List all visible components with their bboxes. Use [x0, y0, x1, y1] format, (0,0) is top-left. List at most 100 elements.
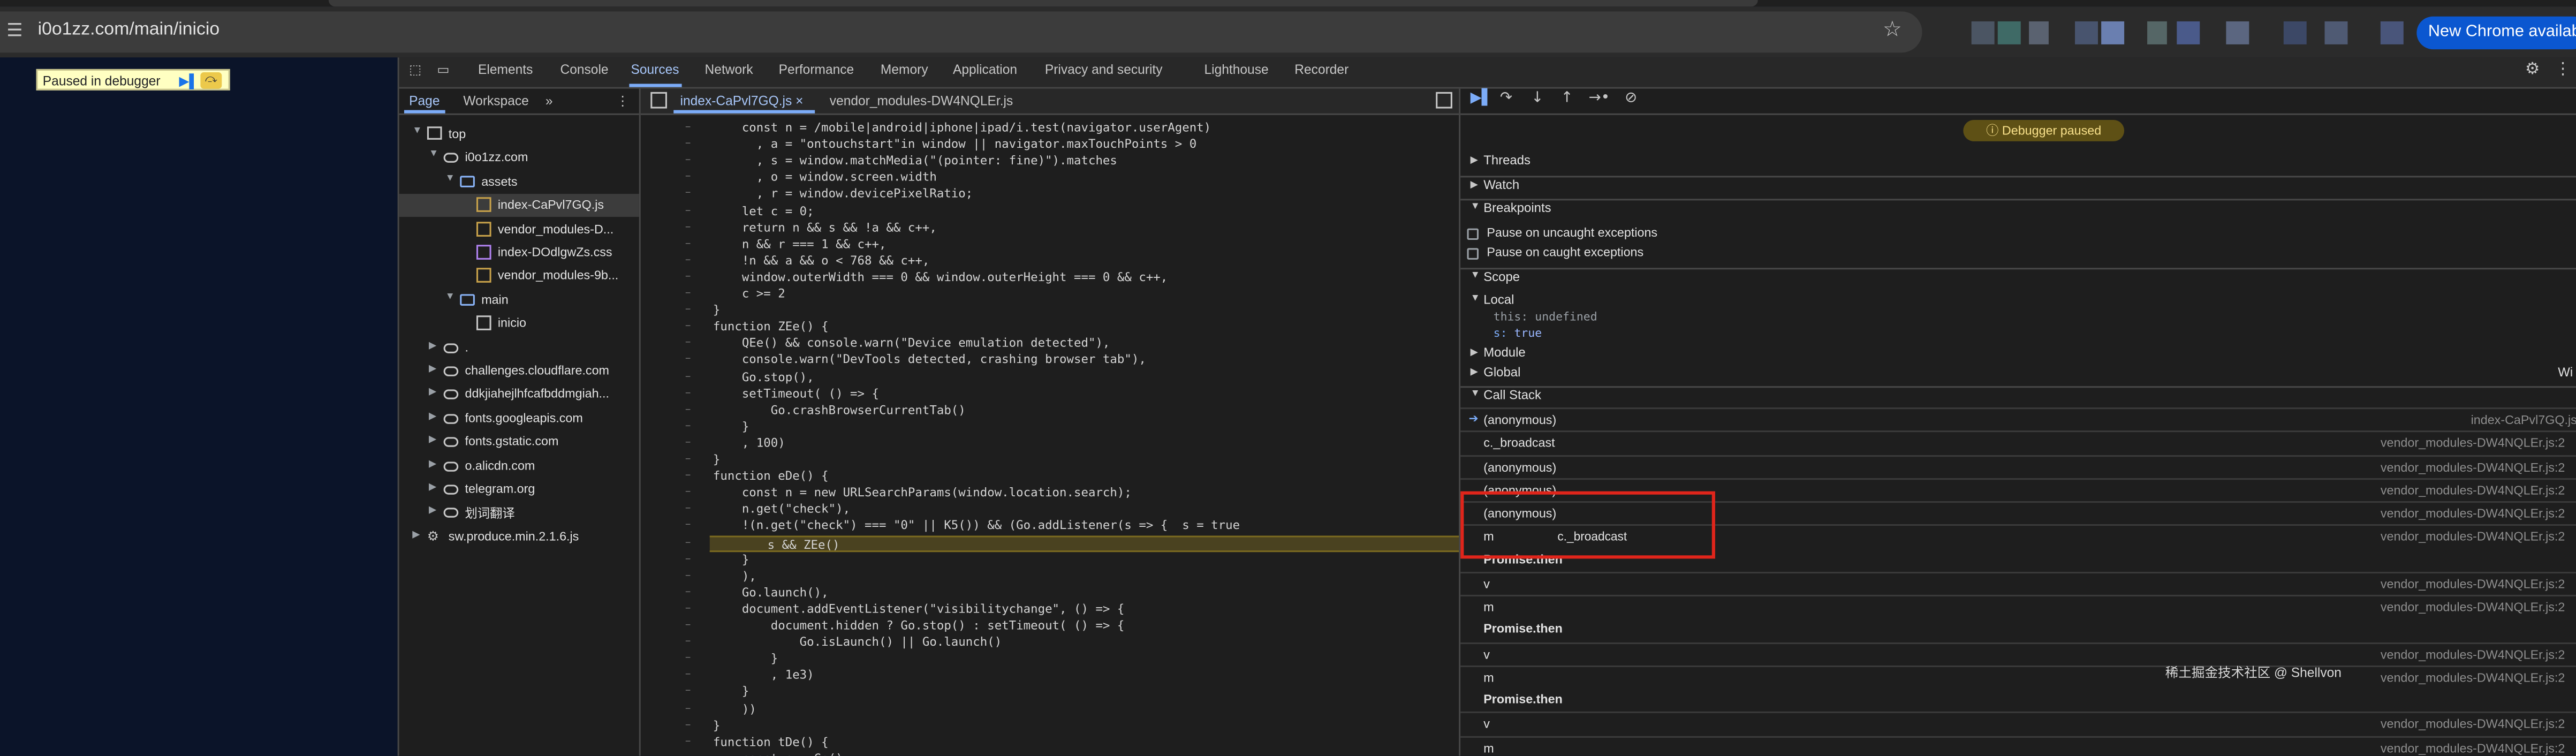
line-number-marker[interactable]: – — [685, 734, 691, 747]
expand-arrow-icon[interactable]: ▶ — [429, 411, 436, 422]
expand-arrow-icon[interactable]: ▶ — [429, 458, 436, 469]
code-line[interactable]: , o = window.screen.width — [713, 170, 937, 186]
tree-item[interactable]: ▶ o.alicdn.com — [399, 455, 639, 478]
tab-elements[interactable]: Elements — [478, 63, 533, 78]
expand-arrow-icon[interactable]: ▶ — [412, 529, 420, 540]
code-line[interactable]: return n && s && !a && c++, — [713, 220, 937, 236]
scope-global[interactable]: ▶ Global Wi — [1460, 365, 2576, 384]
collapse-arrow-icon[interactable]: ▼ — [445, 174, 455, 184]
call-frame[interactable]: v vendor_modules-DW4NQLEr.js:2 — [1460, 641, 2576, 664]
code-line[interactable]: window.outerWidth === 0 && window.outerH… — [713, 269, 1168, 286]
step-icon[interactable]: →• — [1589, 90, 1610, 107]
expand-arrow-icon[interactable]: ▶ — [429, 339, 436, 351]
line-number-marker[interactable]: – — [685, 651, 691, 664]
frame-location-link[interactable]: index-CaPvl7GQ.js — [2471, 412, 2576, 427]
expand-arrow-icon[interactable]: ▶ — [429, 387, 436, 398]
collapse-arrow-icon[interactable]: ▼ — [445, 292, 455, 302]
call-frame[interactable]: ➔ (anonymous) index-CaPvl7GQ.js — [1460, 407, 2576, 430]
section-scope[interactable]: ▼ Scope — [1460, 268, 2576, 289]
frame-location-link[interactable]: vendor_modules-DW4NQLEr.js:2 — [2381, 482, 2565, 497]
tab-application[interactable]: Application — [953, 63, 1017, 78]
tab-console[interactable]: Console — [560, 63, 608, 78]
code-line[interactable]: document.hidden ? Go.stop() : setTimeout… — [713, 618, 1125, 634]
line-number-marker[interactable]: – — [685, 336, 691, 349]
tab-page[interactable]: Page — [409, 94, 440, 109]
line-number-marker[interactable]: – — [685, 170, 691, 183]
code-line[interactable]: !n && a && o < 768 && c++, — [713, 253, 930, 269]
more-tabs-icon[interactable]: » — [545, 94, 553, 109]
call-frame[interactable]: m vendor_modules-DW4NQLEr.js:2 — [1460, 735, 2576, 755]
tree-item[interactable]: inicio — [399, 313, 639, 336]
extension-icon[interactable] — [2380, 21, 2404, 44]
collapse-arrow-icon[interactable]: ▼ — [412, 126, 422, 136]
checkbox[interactable] — [1467, 228, 1479, 240]
code-line[interactable]: const n = /mobile|android|iphone|ipad/i.… — [713, 120, 1211, 137]
tab-privacy-and-security[interactable]: Privacy and security — [1045, 63, 1163, 78]
expand-arrow-icon[interactable]: ▶ — [429, 505, 436, 516]
tab-lighthouse[interactable]: Lighthouse — [1204, 63, 1269, 78]
tree-item[interactable]: index-DOdlgwZs.css — [399, 241, 639, 264]
line-number-marker[interactable]: – — [685, 186, 691, 200]
line-number-marker[interactable]: – — [685, 634, 691, 648]
line-number-marker[interactable]: – — [685, 319, 691, 332]
line-number-marker[interactable]: – — [685, 435, 691, 449]
frame-location-link[interactable]: vendor_modules-DW4NQLEr.js:2 — [2381, 647, 2565, 662]
close-icon[interactable]: × — [795, 94, 803, 109]
line-number-marker[interactable]: – — [685, 452, 691, 465]
step-over-icon[interactable]: ⤼ — [200, 72, 222, 89]
extension-icon[interactable] — [1997, 21, 2021, 44]
toggle-debugger-icon[interactable] — [1436, 92, 1452, 109]
checkbox[interactable] — [1467, 248, 1479, 260]
code-line[interactable]: c >= 2 — [713, 286, 785, 303]
editor-tab-vendor-js[interactable]: vendor_modules-DW4NQLEr.js — [830, 94, 1013, 109]
resume-icon[interactable]: ▶▌ — [1471, 90, 1493, 107]
toggle-navigator-icon[interactable] — [650, 92, 667, 109]
code-line[interactable]: n.get("check"), — [713, 502, 850, 518]
frame-location-link[interactable]: vendor_modules-DW4NQLEr.js:2 — [2381, 459, 2565, 474]
line-number-marker[interactable]: – — [685, 535, 691, 548]
tab-performance[interactable]: Performance — [779, 63, 854, 78]
code-line[interactable]: !(n.get("check") === "0" || K5()) && (Go… — [713, 518, 1240, 535]
extension-icon[interactable] — [2177, 21, 2200, 44]
line-number-marker[interactable]: – — [685, 502, 691, 515]
line-number-marker[interactable]: – — [685, 120, 691, 133]
step-out-icon[interactable]: ↑ — [1560, 90, 1573, 107]
expand-arrow-icon[interactable]: ▶ — [429, 363, 436, 374]
expand-arrow-icon[interactable]: ▶ — [429, 434, 436, 445]
step-into-icon[interactable]: ↓ — [1531, 90, 1543, 107]
tab-workspace[interactable]: Workspace — [463, 94, 528, 109]
call-frame[interactable]: m vendor_modules-DW4NQLEr.js:2 — [1460, 594, 2576, 618]
inspect-icon[interactable]: ⬚ — [409, 63, 421, 78]
section-breakpoints[interactable]: ▼ Breakpoints — [1460, 199, 2576, 220]
expand-arrow-icon[interactable]: ▶ — [429, 481, 436, 493]
resume-icon[interactable]: ▶▌ — [179, 71, 199, 92]
device-toolbar-icon[interactable]: ▭ — [437, 63, 449, 78]
frame-location-link[interactable]: vendor_modules-DW4NQLEr.js:2 — [2381, 436, 2565, 451]
frame-location-link[interactable]: vendor_modules-DW4NQLEr.js:2 — [2381, 670, 2565, 685]
line-number-marker[interactable]: – — [685, 137, 691, 150]
code-line[interactable]: } — [713, 452, 721, 468]
deactivate-breakpoints-icon[interactable]: ⊘ — [1625, 90, 1637, 107]
code-line[interactable]: function tDe() { — [713, 734, 829, 751]
tree-item[interactable]: vendor_modules-D... — [399, 218, 639, 241]
line-number-marker[interactable]: – — [685, 369, 691, 382]
line-number-marker[interactable]: – — [685, 485, 691, 498]
code-line[interactable]: setTimeout( () => { — [713, 385, 879, 402]
frame-location-link[interactable]: vendor_modules-DW4NQLEr.js:2 — [2381, 530, 2565, 545]
frame-location-link[interactable]: vendor_modules-DW4NQLEr.js:2 — [2381, 506, 2565, 521]
tree-item[interactable]: ▶ challenges.cloudflare.com — [399, 360, 639, 383]
line-number-marker[interactable]: – — [685, 402, 691, 415]
section-watch[interactable]: ▶ Watch — [1460, 176, 2576, 197]
frame-location-link[interactable]: vendor_modules-DW4NQLEr.js:2 — [2381, 717, 2565, 732]
more-options-icon[interactable]: ⋮ — [616, 94, 630, 109]
tree-item[interactable]: ▶ 划词翻译 — [399, 502, 639, 525]
tab-network[interactable]: Network — [705, 63, 753, 78]
frame-location-link[interactable]: vendor_modules-DW4NQLEr.js:2 — [2381, 600, 2565, 615]
line-number-marker[interactable]: – — [685, 518, 691, 532]
line-number-marker[interactable]: – — [685, 601, 691, 615]
tree-item[interactable]: ▶ fonts.googleapis.com — [399, 407, 639, 430]
gear-icon[interactable]: ⚙ — [2525, 61, 2540, 79]
code-line[interactable]: , 100) — [713, 435, 785, 452]
code-line-paused[interactable]: s && ZEe() — [709, 534, 1459, 551]
code-line[interactable]: const n = Ge() — [713, 751, 843, 756]
